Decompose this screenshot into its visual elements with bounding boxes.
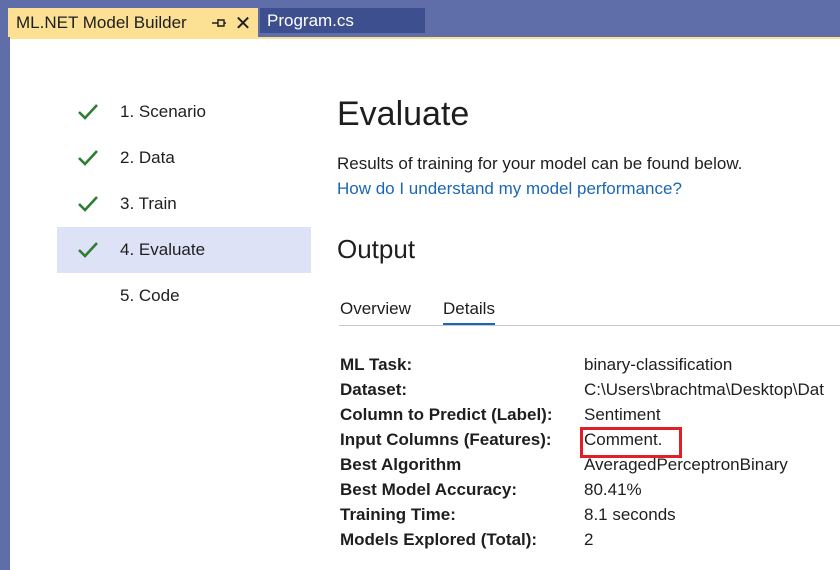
detail-key: Input Columns (Features): (340, 430, 552, 449)
detail-key: Training Time: (340, 505, 456, 524)
output-section-title: Output (337, 234, 416, 264)
checkmark-icon (78, 242, 98, 258)
tab-program-cs-title: Program.cs (267, 10, 354, 30)
document-tab-strip: ML.NET Model Builder ✕ Program.cs (0, 0, 840, 38)
detail-key: Models Explored (Total): (340, 530, 538, 549)
detail-key: Dataset: (340, 380, 408, 399)
close-icon[interactable]: ✕ (232, 12, 254, 35)
pin-icon[interactable] (210, 14, 228, 32)
page-description: Results of training for your model can b… (337, 154, 743, 173)
tab-overview[interactable]: Overview (340, 299, 411, 324)
detail-key: Best Algorithm (340, 455, 462, 474)
detail-value: Sentiment (584, 405, 661, 424)
detail-value: binary-classification (584, 355, 733, 374)
detail-value: 2 (584, 530, 594, 549)
step-scenario[interactable]: 1. Scenario (57, 89, 311, 135)
step-data[interactable]: 2. Data (57, 135, 311, 181)
model-performance-help-link[interactable]: How do I understand my model performance… (337, 179, 682, 199)
detail-key: ML Task: (340, 355, 413, 374)
detail-value: 80.41% (584, 480, 642, 499)
detail-value: 8.1 seconds (584, 505, 676, 524)
highlight-box (580, 427, 682, 458)
detail-value: AveragedPerceptronBinary (584, 455, 788, 474)
detail-key: Best Model Accuracy: (340, 480, 517, 499)
step-label: 3. Train (120, 194, 177, 213)
tab-model-builder[interactable]: ML.NET Model Builder ✕ (8, 8, 258, 37)
step-label: 2. Data (120, 148, 175, 167)
step-train[interactable]: 3. Train (57, 181, 311, 227)
step-label: 5. Code (120, 286, 180, 305)
tab-program-cs[interactable]: Program.cs (260, 8, 425, 33)
detail-value: C:\Users\brachtma\Desktop\Dat (584, 380, 824, 399)
detail-key: Column to Predict (Label): (340, 405, 553, 424)
step-label: 4. Evaluate (120, 240, 206, 259)
model-builder-panel: 1. Scenario 2. Data 3. Train 4. Evaluate… (10, 37, 840, 570)
checkmark-icon (78, 196, 98, 212)
page-title: Evaluate (337, 95, 470, 133)
tab-details[interactable]: Details (443, 299, 495, 325)
tab-model-builder-title: ML.NET Model Builder (16, 12, 187, 32)
step-evaluate[interactable]: 4. Evaluate (57, 227, 311, 273)
step-code[interactable]: 5. Code (57, 273, 311, 319)
checkmark-icon (78, 104, 98, 120)
checkmark-icon (78, 150, 98, 166)
step-label: 1. Scenario (120, 102, 206, 121)
output-tab-bar: Overview Details (339, 299, 840, 326)
